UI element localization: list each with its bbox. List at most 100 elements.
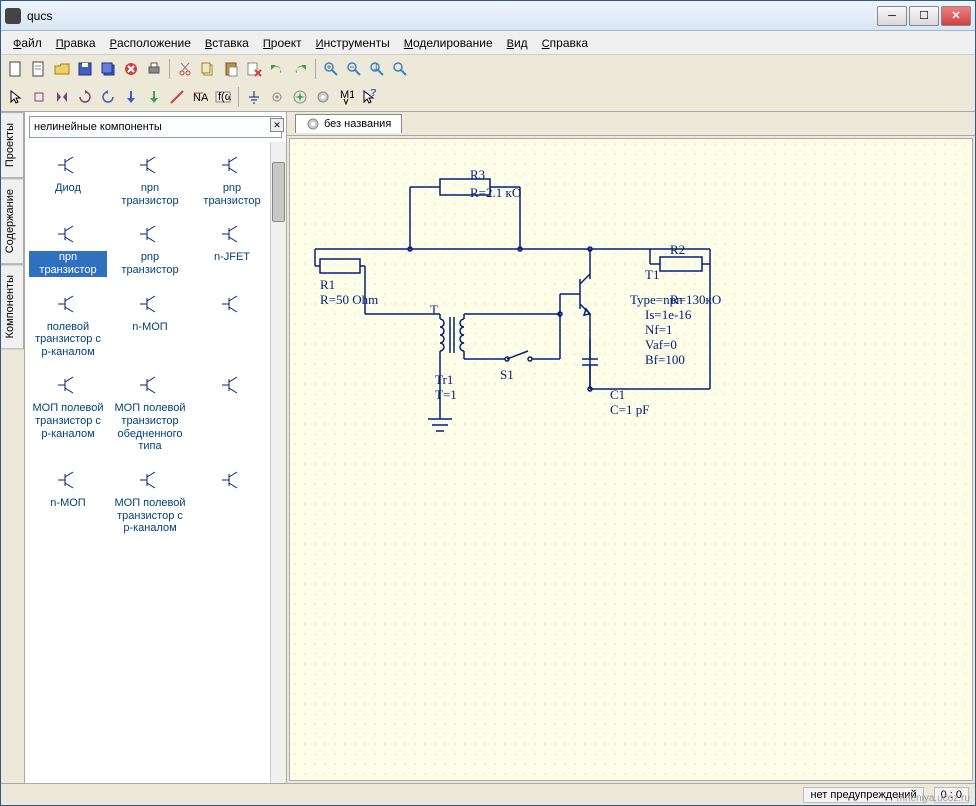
tab-components[interactable]: Компоненты xyxy=(1,264,24,349)
paste-icon[interactable] xyxy=(220,58,242,80)
component-label: Диод xyxy=(29,182,107,195)
component-symbol-icon xyxy=(111,370,189,400)
component-item[interactable]: Диод xyxy=(27,146,109,215)
svg-text:Nf=1: Nf=1 xyxy=(645,322,673,337)
new-icon[interactable] xyxy=(5,58,27,80)
port-icon[interactable] xyxy=(266,86,288,108)
component-symbol-icon xyxy=(193,370,271,400)
component-item[interactable]: n-МОП xyxy=(109,285,191,367)
component-symbol-icon xyxy=(111,289,189,319)
schematic-canvas[interactable]: R3 R=2.1 кО R1 R=50 Ohm xyxy=(289,138,973,781)
delete-icon[interactable] xyxy=(243,58,265,80)
tab-contents[interactable]: Содержание xyxy=(1,178,24,264)
component-symbol-icon xyxy=(193,465,271,495)
menu-file[interactable]: Файл xyxy=(7,34,48,52)
arrow-down-icon[interactable] xyxy=(120,86,142,108)
component-item[interactable]: полевой транзистор с p-каналом xyxy=(27,285,109,367)
svg-text:R1: R1 xyxy=(320,277,335,292)
gear-icon[interactable] xyxy=(312,86,334,108)
menu-help[interactable]: Справка xyxy=(536,34,594,52)
tab-projects[interactable]: Проекты xyxy=(1,112,24,178)
print-icon[interactable] xyxy=(143,58,165,80)
component-label: n-JFET xyxy=(193,251,271,264)
component-item[interactable]: npn транзистор xyxy=(27,215,109,284)
cut-icon[interactable] xyxy=(174,58,196,80)
zoom-all-icon[interactable] xyxy=(389,58,411,80)
component-item[interactable] xyxy=(191,285,273,367)
zoom-fit-icon[interactable]: 1 xyxy=(366,58,388,80)
component-item[interactable]: МОП полевой транзистор с p-каналом xyxy=(27,366,109,461)
rotate-icon[interactable] xyxy=(74,86,96,108)
svg-text:T=1: T=1 xyxy=(435,387,457,402)
menu-insert[interactable]: Вставка xyxy=(199,34,255,52)
minimize-button[interactable]: ─ xyxy=(877,6,907,26)
zoom-out-icon[interactable] xyxy=(343,58,365,80)
menu-simulation[interactable]: Моделирование xyxy=(398,34,499,52)
new-text-icon[interactable] xyxy=(28,58,50,80)
dropdown-value: нелинейные компоненты xyxy=(34,121,162,133)
category-dropdown[interactable]: нелинейные компоненты ▾ xyxy=(29,116,282,138)
component-label: npn транзистор xyxy=(111,182,189,207)
window-title: qucs xyxy=(27,9,877,23)
svg-text:Tr1: Tr1 xyxy=(435,372,453,387)
mirror-icon[interactable] xyxy=(51,86,73,108)
open-icon[interactable] xyxy=(51,58,73,80)
component-item[interactable]: n-JFET xyxy=(191,215,273,284)
copy-icon[interactable] xyxy=(197,58,219,80)
scrollbar-thumb[interactable] xyxy=(272,162,285,222)
rotate2-icon[interactable] xyxy=(97,86,119,108)
component-item[interactable]: n-МОП xyxy=(27,461,109,543)
select-icon[interactable] xyxy=(5,86,27,108)
component-item[interactable]: МОП полевой транзистор с p-каналом xyxy=(109,461,191,543)
component-item[interactable]: pnp транзистор xyxy=(191,146,273,215)
maximize-button[interactable]: ☐ xyxy=(909,6,939,26)
equation-icon[interactable]: f(ω) xyxy=(212,86,234,108)
zoom-in-icon[interactable] xyxy=(320,58,342,80)
app-icon xyxy=(5,8,21,24)
component-item[interactable]: pnp транзистор xyxy=(109,215,191,284)
svg-text:Type=npn: Type=npn xyxy=(630,292,683,307)
menu-tools[interactable]: Инструменты xyxy=(310,34,396,52)
panel-close-icon[interactable]: ✕ xyxy=(270,118,284,132)
svg-text:T1: T1 xyxy=(645,267,659,282)
toolbars: 1 NAME f(ω) M1 ? xyxy=(1,55,975,112)
ground-icon[interactable] xyxy=(243,86,265,108)
component-item[interactable]: npn транзистор xyxy=(109,146,191,215)
menubar: Файл Правка Расположение Вставка Проект … xyxy=(1,31,975,55)
component-symbol-icon xyxy=(193,289,271,319)
component-symbol-icon xyxy=(29,219,107,249)
menu-project[interactable]: Проект xyxy=(257,34,308,52)
document-tab[interactable]: без названия xyxy=(295,114,402,133)
component-grid: Диодnpn транзисторpnp транзисторnpn тран… xyxy=(25,142,286,783)
component-label: pnp транзистор xyxy=(111,251,189,276)
svg-text:1: 1 xyxy=(373,61,379,73)
component-label: n-МОП xyxy=(29,497,107,510)
arrow-down2-icon[interactable] xyxy=(143,86,165,108)
redo-icon[interactable] xyxy=(289,58,311,80)
close-doc-icon[interactable] xyxy=(120,58,142,80)
component-label: pnp транзистор xyxy=(193,182,271,207)
close-button[interactable]: ✕ xyxy=(941,6,971,26)
menu-edit[interactable]: Правка xyxy=(50,34,102,52)
component-icon[interactable] xyxy=(28,86,50,108)
save-icon[interactable] xyxy=(74,58,96,80)
label-icon[interactable]: NAME xyxy=(189,86,211,108)
svg-text:R=2.1 кО: R=2.1 кО xyxy=(470,185,521,200)
component-label: npn транзистор xyxy=(29,251,107,276)
component-label: полевой транзистор с p-каналом xyxy=(29,321,107,359)
undo-icon[interactable] xyxy=(266,58,288,80)
menu-view[interactable]: Вид xyxy=(501,34,534,52)
simulate-icon[interactable] xyxy=(289,86,311,108)
component-label: МОП полевой транзистор с p-каналом xyxy=(111,497,189,535)
component-item[interactable]: МОП полевой транзистор обедненного типа xyxy=(109,366,191,461)
save-all-icon[interactable] xyxy=(97,58,119,80)
component-item[interactable] xyxy=(191,461,273,543)
help-icon[interactable]: ? xyxy=(358,86,380,108)
scrollbar-vertical[interactable] xyxy=(270,142,286,783)
wire-icon[interactable] xyxy=(166,86,188,108)
component-symbol-icon xyxy=(29,465,107,495)
svg-text:R3: R3 xyxy=(470,167,485,182)
marker-icon[interactable]: M1 xyxy=(335,86,357,108)
menu-layout[interactable]: Расположение xyxy=(104,34,197,52)
component-item[interactable] xyxy=(191,366,273,461)
